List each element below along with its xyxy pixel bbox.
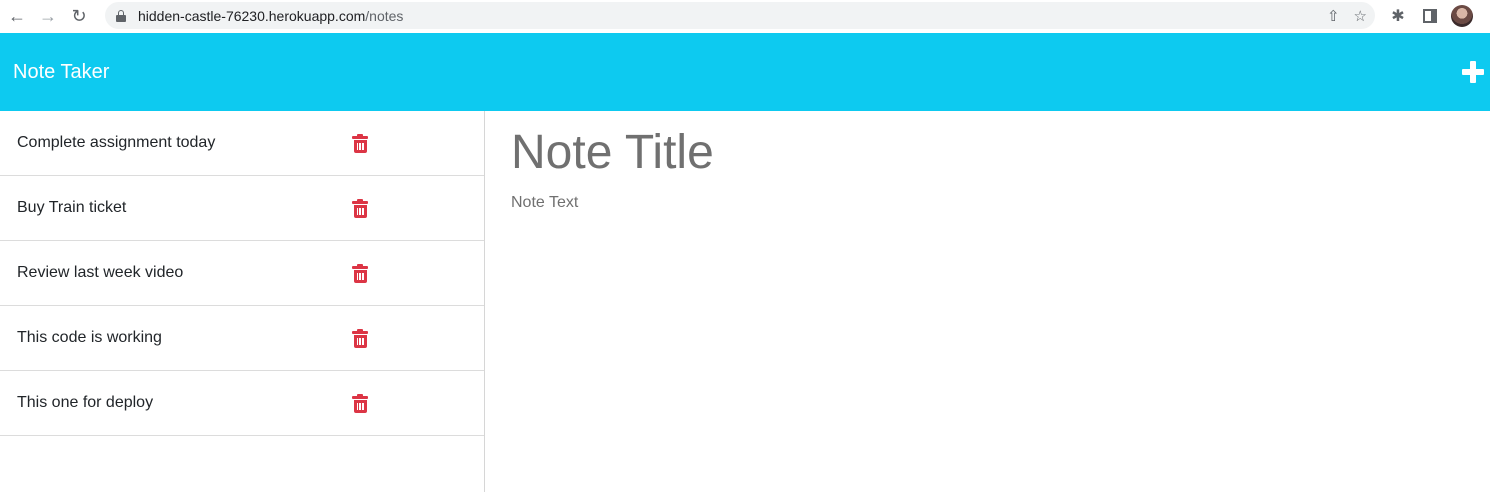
profile-avatar[interactable] bbox=[1451, 5, 1473, 27]
url-host: hidden-castle-76230.herokuapp.com bbox=[138, 7, 366, 24]
note-title-label: Complete assignment today bbox=[17, 134, 216, 151]
address-bar[interactable]: hidden-castle-76230.herokuapp.com/notes … bbox=[105, 2, 1375, 29]
url-path: /notes bbox=[365, 7, 404, 24]
list-item[interactable]: Complete assignment today bbox=[0, 111, 484, 176]
forward-arrow-icon[interactable]: → bbox=[37, 5, 59, 27]
share-icon[interactable]: ⇧ bbox=[1327, 7, 1340, 25]
url-text[interactable]: hidden-castle-76230.herokuapp.com/notes bbox=[138, 8, 403, 24]
side-panel-icon[interactable] bbox=[1421, 7, 1439, 25]
delete-trash-icon[interactable] bbox=[352, 329, 368, 348]
list-item[interactable]: This one for deploy bbox=[0, 371, 484, 436]
app-navbar: Note Taker bbox=[0, 33, 1490, 111]
delete-trash-icon[interactable] bbox=[352, 394, 368, 413]
delete-trash-icon[interactable] bbox=[352, 134, 368, 153]
lock-icon[interactable] bbox=[116, 9, 126, 22]
add-note-plus-icon[interactable] bbox=[1462, 61, 1484, 83]
back-arrow-icon[interactable]: ← bbox=[6, 5, 28, 27]
list-item[interactable]: Buy Train ticket bbox=[0, 176, 484, 241]
note-title-label: Buy Train ticket bbox=[17, 199, 127, 216]
note-text-area[interactable]: Note Text bbox=[511, 194, 578, 212]
list-item[interactable]: Review last week video bbox=[0, 241, 484, 306]
delete-trash-icon[interactable] bbox=[352, 264, 368, 283]
bookmark-star-icon[interactable]: ☆ bbox=[1354, 7, 1367, 25]
app-brand[interactable]: Note Taker bbox=[13, 61, 109, 84]
delete-trash-icon[interactable] bbox=[352, 199, 368, 218]
extensions-puzzle-icon[interactable]: ✱ bbox=[1389, 7, 1407, 25]
note-title-input[interactable]: Note Title bbox=[511, 125, 714, 180]
list-item[interactable]: This code is working bbox=[0, 306, 484, 371]
browser-toolbar: ← → ↻ hidden-castle-76230.herokuapp.com/… bbox=[0, 0, 1490, 32]
note-title-label: Review last week video bbox=[17, 264, 184, 281]
note-title-label: This one for deploy bbox=[17, 394, 154, 411]
reload-icon[interactable]: ↻ bbox=[68, 5, 90, 27]
notes-list: Complete assignment today Buy Train tick… bbox=[0, 111, 485, 492]
note-title-label: This code is working bbox=[17, 329, 162, 346]
note-editor: Note Title Note Text bbox=[486, 111, 1490, 492]
